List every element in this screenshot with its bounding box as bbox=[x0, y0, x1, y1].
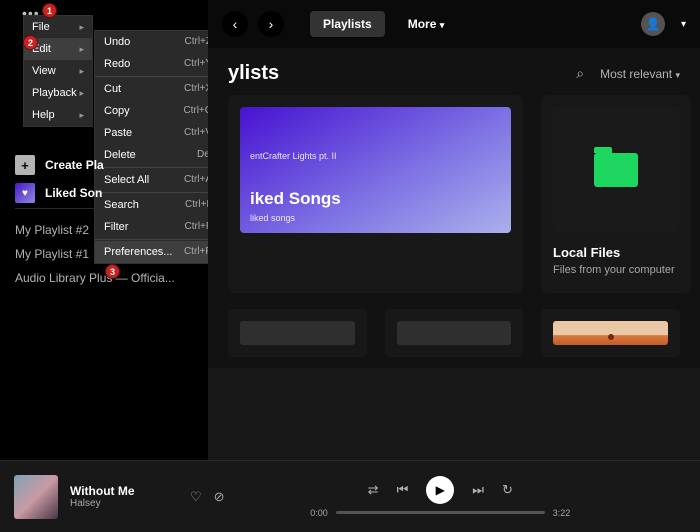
card-subtitle: Files from your computer bbox=[553, 263, 679, 277]
nav-forward-button[interactable]: › bbox=[258, 11, 284, 37]
chevron-right-icon: ▸ bbox=[79, 88, 84, 99]
chevron-down-icon: ▾ bbox=[440, 20, 445, 30]
next-track-icon[interactable]: ⏭ bbox=[472, 482, 484, 498]
cover-placeholder bbox=[240, 321, 355, 345]
cover-placeholder bbox=[397, 321, 512, 345]
menu-copy[interactable]: CopyCtrl+C bbox=[95, 100, 221, 122]
time-elapsed: 0:00 bbox=[310, 508, 328, 518]
prev-track-icon[interactable]: ⏮ bbox=[397, 482, 409, 498]
create-playlist-button[interactable]: + Create Pla bbox=[0, 150, 119, 180]
sidebar: ••• 1 File▸ Edit▸ View▸ Playback▸ Help▸ … bbox=[0, 0, 208, 460]
card-title: Local Files bbox=[553, 245, 679, 260]
cover-sunset bbox=[553, 321, 668, 345]
chevron-right-icon: ▸ bbox=[79, 44, 84, 55]
user-icon: 👤 bbox=[645, 17, 660, 31]
tab-playlists[interactable]: Playlists bbox=[310, 11, 385, 37]
create-playlist-label: Create Pla bbox=[45, 158, 104, 172]
chevron-right-icon: ▸ bbox=[79, 22, 84, 33]
liked-count: liked songs bbox=[250, 213, 501, 223]
callout-badge-1: 1 bbox=[42, 3, 57, 18]
menu-cut[interactable]: CutCtrl+X bbox=[95, 78, 221, 100]
topbar: ‹ › Playlists More ▾ 👤 ▾ bbox=[208, 0, 700, 48]
progress-bar[interactable] bbox=[336, 511, 545, 514]
user-avatar[interactable]: 👤 bbox=[641, 12, 665, 36]
repeat-icon[interactable]: ↻ bbox=[502, 482, 513, 498]
chevron-down-icon[interactable]: ▾ bbox=[681, 19, 686, 30]
time-total: 3:22 bbox=[553, 508, 571, 518]
playlist-item[interactable]: My Playlist #2 bbox=[15, 218, 195, 242]
now-playing-art[interactable] bbox=[14, 475, 58, 519]
folder-icon bbox=[594, 153, 638, 187]
card-grid: entCrafter Lights pt. II iked Songs like… bbox=[208, 95, 700, 293]
sidebar-divider bbox=[15, 208, 190, 209]
progress-row: 0:00 3:22 bbox=[310, 508, 570, 518]
local-files-card[interactable]: Local Files Files from your computer bbox=[541, 95, 691, 293]
liked-songs-nav[interactable]: ♥ Liked Son bbox=[0, 178, 117, 208]
chevron-right-icon: ▸ bbox=[79, 110, 84, 121]
plus-icon: + bbox=[15, 155, 35, 175]
liked-songs-label: Liked Son bbox=[45, 186, 102, 200]
menu-undo[interactable]: UndoCtrl+Z bbox=[95, 31, 221, 53]
chevron-right-icon: ▸ bbox=[79, 66, 84, 77]
track-title[interactable]: Without Me bbox=[70, 484, 180, 498]
menu-playback[interactable]: Playback▸ bbox=[24, 82, 92, 104]
sort-dropdown[interactable]: Most relevant ▾ bbox=[600, 67, 680, 81]
block-icon[interactable]: ⊘ bbox=[214, 489, 225, 505]
chevron-down-icon: ▾ bbox=[675, 70, 680, 80]
playlist-item[interactable]: My Playlist #1 bbox=[15, 242, 195, 266]
menu-separator bbox=[95, 76, 221, 77]
track-artist[interactable]: Halsey bbox=[70, 498, 180, 509]
playlist-card[interactable] bbox=[228, 309, 367, 357]
menu-help[interactable]: Help▸ bbox=[24, 104, 92, 126]
menu-paste[interactable]: PasteCtrl+V bbox=[95, 122, 221, 144]
heart-icon[interactable]: ♡ bbox=[190, 489, 202, 505]
liked-songs-card[interactable]: entCrafter Lights pt. II iked Songs like… bbox=[228, 95, 523, 293]
card-grid-row-2 bbox=[208, 293, 700, 357]
track-actions: ♡ ⊘ bbox=[190, 489, 225, 505]
player-bar: Without Me Halsey ♡ ⊘ ⇄ ⏮ ▶ ⏭ ↻ 0:00 3:2… bbox=[0, 460, 700, 532]
playlist-card[interactable] bbox=[385, 309, 524, 357]
tab-more[interactable]: More ▾ bbox=[395, 11, 458, 37]
callout-badge-3: 3 bbox=[105, 264, 120, 279]
liked-preview-text: entCrafter Lights pt. II bbox=[250, 151, 501, 161]
callout-badge-2: 2 bbox=[23, 35, 38, 50]
liked-title: iked Songs bbox=[250, 189, 501, 209]
bottom-fade bbox=[208, 368, 700, 460]
play-button[interactable]: ▶ bbox=[426, 476, 454, 504]
shuffle-icon[interactable]: ⇄ bbox=[368, 482, 379, 498]
playlist-card[interactable] bbox=[541, 309, 680, 357]
header-row: ylists ⌕ Most relevant ▾ bbox=[208, 48, 700, 95]
track-info: Without Me Halsey bbox=[70, 484, 180, 509]
player-controls: ⇄ ⏮ ▶ ⏭ ↻ 0:00 3:22 bbox=[225, 476, 656, 518]
menu-file[interactable]: File▸ bbox=[24, 16, 92, 38]
nav-back-button[interactable]: ‹ bbox=[222, 11, 248, 37]
playlist-list: My Playlist #2 My Playlist #1 Audio Libr… bbox=[15, 218, 195, 290]
main-menu: File▸ Edit▸ View▸ Playback▸ Help▸ bbox=[23, 15, 93, 127]
local-files-cover bbox=[553, 107, 679, 233]
search-icon[interactable]: ⌕ bbox=[576, 65, 584, 82]
page-title: ylists bbox=[228, 62, 279, 85]
menu-redo[interactable]: RedoCtrl+Y bbox=[95, 53, 221, 75]
heart-icon: ♥ bbox=[15, 183, 35, 203]
menu-view[interactable]: View▸ bbox=[24, 60, 92, 82]
liked-songs-cover: entCrafter Lights pt. II iked Songs like… bbox=[240, 107, 511, 233]
